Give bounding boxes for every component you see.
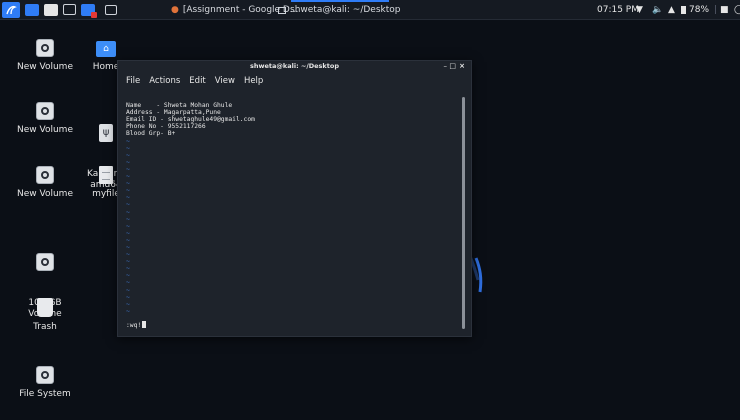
drive-icon — [36, 366, 54, 384]
drive-icon — [36, 253, 54, 271]
clock-label: 07:15 PM — [597, 5, 639, 15]
lock-screen-icon[interactable]: ■ — [720, 0, 729, 20]
terminal-launcher-icon[interactable] — [63, 4, 76, 15]
notification-bell-icon[interactable]: ▲ — [668, 0, 675, 20]
file-line: Blood Grp- B+ — [126, 130, 176, 138]
desktop-icon-trash[interactable]: Trash — [15, 298, 75, 333]
drive-icon — [36, 166, 54, 184]
desktop-icon-new-volume-3[interactable]: New Volume — [15, 166, 75, 200]
power-icon[interactable]: ◯ — [734, 0, 740, 20]
menu-file[interactable]: File — [126, 76, 140, 86]
menu-view[interactable]: View — [215, 76, 235, 86]
text-file-icon — [99, 166, 113, 184]
taskbar-item-terminal[interactable]: shweta@kali: ~/Desktop — [278, 0, 401, 20]
desktop-icon-label: New Volume — [17, 125, 73, 135]
desktop-icon-label: New Volume — [17, 62, 73, 72]
vim-command-line[interactable]: :wq! — [126, 321, 147, 329]
app-launcher-icon[interactable] — [81, 3, 97, 18]
file-line: Phone No - 9552117266 — [126, 123, 206, 131]
menu-actions[interactable]: Actions — [149, 76, 180, 86]
vim-empty-lines: ~ ~ ~ ~ ~ ~ ~ ~ ~ ~ ~ ~ ~ ~ ~ ~ ~ ~ ~ ~ … — [126, 137, 130, 315]
home-folder-icon: ⌂ — [96, 41, 116, 57]
desktop-icon-file-system[interactable]: File System — [15, 366, 75, 400]
taskbar-item-label: shweta@kali: ~/Desktop — [290, 5, 401, 15]
network-icon[interactable]: ▼ — [636, 0, 643, 20]
volume-icon[interactable]: 🔈 — [652, 0, 663, 20]
trash-icon — [37, 298, 53, 317]
file-line: Address - Magarpatta,Pune — [126, 109, 221, 117]
close-icon[interactable]: × — [459, 62, 465, 70]
file-line: Email ID - shwetaghule49@gmail.com — [126, 116, 255, 124]
show-desktop-icon[interactable] — [25, 3, 39, 16]
desktop-icon-new-volume-1[interactable]: New Volume — [15, 39, 75, 73]
text-cursor — [142, 321, 147, 328]
file-manager-icon[interactable] — [44, 3, 58, 16]
file-line: Name - Shweta Mohan Ghule — [126, 102, 233, 110]
terminal-title: shweta@kali: ~/Desktop — [250, 62, 339, 70]
usb-drive-icon: ψ — [99, 124, 113, 142]
maximize-icon[interactable]: □ — [449, 62, 456, 70]
desktop-icon-label: Trash — [33, 322, 57, 332]
terminal-menubar: File Actions Edit View Help — [118, 73, 471, 89]
menu-help[interactable]: Help — [244, 76, 263, 86]
battery-indicator[interactable]: 78% — [681, 0, 709, 20]
panel-separator: | — [714, 5, 718, 15]
workspace-switcher-icon[interactable] — [105, 4, 117, 15]
kali-menu-icon[interactable] — [2, 1, 20, 18]
terminal-window[interactable]: shweta@kali: ~/Desktop – □ × File Action… — [117, 60, 472, 337]
desktop-icon-new-volume-2[interactable]: New Volume — [15, 102, 75, 136]
terminal-icon — [278, 6, 286, 14]
drive-icon — [36, 39, 54, 57]
browser-icon: ● — [171, 5, 179, 15]
minimize-icon[interactable]: – — [444, 62, 448, 70]
vim-command: :wq! — [126, 322, 142, 329]
terminal-text-area[interactable]: Name - Shweta Mohan Ghule Address - Maga… — [126, 95, 457, 328]
clock[interactable]: 07:15 PM — [597, 0, 639, 20]
terminal-scrollbar[interactable] — [462, 97, 465, 329]
battery-icon — [681, 6, 686, 14]
menu-edit[interactable]: Edit — [189, 76, 205, 86]
desktop-icon-label: File System — [19, 389, 71, 399]
battery-percent: 78% — [689, 5, 710, 15]
terminal-titlebar[interactable]: shweta@kali: ~/Desktop – □ × — [118, 61, 471, 73]
desktop-icon-label: New Volume — [17, 189, 73, 199]
drive-icon — [36, 102, 54, 120]
active-task-indicator — [291, 0, 389, 2]
